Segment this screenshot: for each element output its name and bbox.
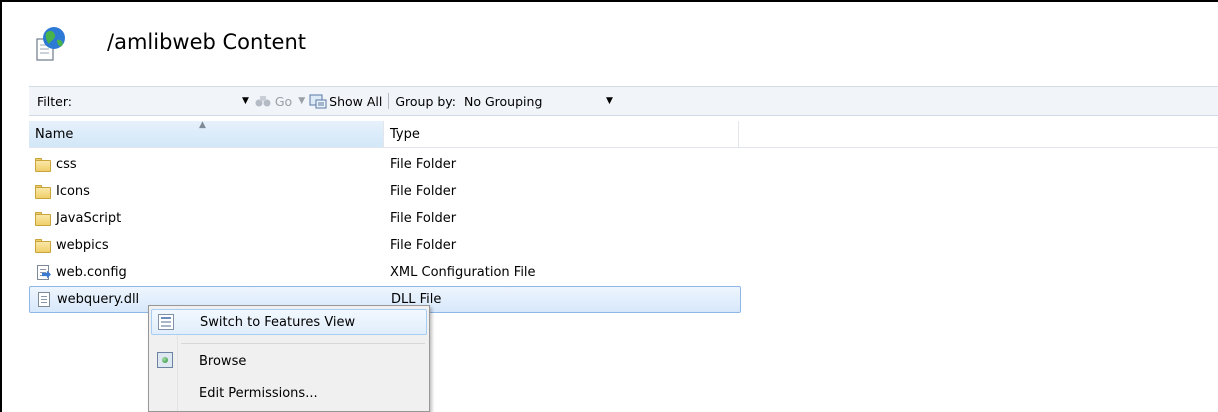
file-row[interactable]: css File Folder: [29, 151, 741, 178]
content-view-header: [34, 22, 70, 66]
binoculars-icon: [255, 96, 271, 107]
file-row[interactable]: web.config XML Configuration File: [29, 259, 741, 286]
menu-item-edit-permissions[interactable]: Edit Permissions...: [151, 380, 427, 406]
page-title: /amlibweb Content: [107, 30, 307, 54]
filter-label: Filter:: [37, 93, 72, 109]
file-name: css: [56, 157, 77, 172]
column-header-type[interactable]: Type: [384, 121, 739, 147]
filter-toolbar: Filter: ▼ Go ▼ Show All Group by: No Gro…: [29, 86, 1218, 116]
go-label: Go: [274, 93, 293, 109]
go-dropdown-icon[interactable]: ▼: [298, 96, 305, 106]
group-by-label: Group by:: [395, 93, 457, 109]
file-row[interactable]: webpics File Folder: [29, 232, 741, 259]
dll-file-icon: [36, 291, 53, 308]
toolbar-separator: [388, 93, 390, 109]
file-name: JavaScript: [56, 211, 122, 226]
file-type: File Folder: [390, 211, 457, 226]
file-type: XML Configuration File: [390, 265, 536, 280]
config-file-icon: [35, 264, 52, 281]
menu-item-switch-to-features-view[interactable]: Switch to Features View: [151, 309, 427, 335]
group-by-dropdown-arrow-icon[interactable]: ▼: [606, 96, 613, 106]
filter-input[interactable]: [80, 91, 240, 111]
menu-item-label: Edit Permissions...: [199, 385, 318, 401]
globe-document-icon: [34, 25, 70, 63]
column-name-label: Name: [35, 126, 74, 142]
show-all-button[interactable]: Show All: [309, 93, 382, 109]
file-name: web.config: [56, 265, 127, 280]
file-type: DLL File: [391, 292, 442, 307]
file-name: Icons: [56, 184, 90, 199]
file-type: File Folder: [390, 157, 457, 172]
file-type: File Folder: [390, 184, 457, 199]
column-header-filler: [739, 121, 1218, 147]
file-type: File Folder: [390, 238, 457, 253]
menu-item-label: Switch to Features View: [200, 314, 356, 330]
go-button[interactable]: Go ▼: [255, 94, 305, 109]
list-column-header: ▲ Name Type: [29, 120, 1218, 148]
folder-icon: [35, 184, 52, 200]
filter-dropdown-arrow-icon[interactable]: ▼: [242, 96, 249, 106]
browse-icon: [157, 352, 173, 368]
column-header-name[interactable]: ▲ Name: [29, 120, 384, 147]
show-all-icon: [309, 94, 327, 109]
sort-ascending-icon: ▲: [199, 120, 206, 130]
folder-icon: [35, 211, 52, 227]
menu-item-browse[interactable]: Browse: [151, 348, 427, 374]
show-all-label: Show All: [329, 93, 383, 109]
menu-separator: [181, 343, 425, 344]
features-view-icon: [158, 314, 174, 330]
file-row[interactable]: JavaScript File Folder: [29, 205, 741, 232]
file-name: webquery.dll: [57, 292, 140, 307]
folder-icon: [35, 157, 52, 173]
file-list: css File Folder Icons File Folder JavaSc…: [29, 151, 741, 313]
file-name: webpics: [56, 238, 109, 253]
folder-icon: [35, 238, 52, 254]
column-type-label: Type: [390, 126, 420, 142]
menu-item-label: Browse: [199, 353, 247, 369]
file-row[interactable]: Icons File Folder: [29, 178, 741, 205]
context-menu: Switch to Features View Browse Edit Perm…: [148, 305, 430, 412]
group-by-select[interactable]: No Grouping: [464, 94, 604, 109]
